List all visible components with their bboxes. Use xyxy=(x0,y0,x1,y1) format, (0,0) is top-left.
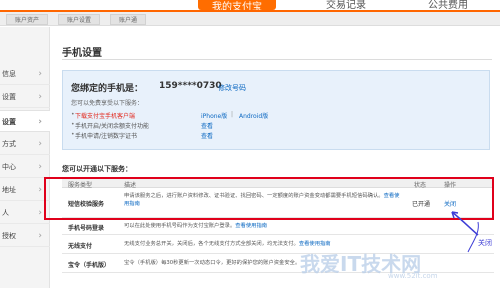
sidebar-item-info[interactable]: 信息 › xyxy=(0,63,50,85)
sidebar-item-center[interactable]: 中心 › xyxy=(0,156,50,178)
bound-phone-panel: 您绑定的手机是： 159****0730 修改号码 您可以免费享受以下服务： •… xyxy=(62,70,490,150)
subnav-account-link[interactable]: 账户通 xyxy=(110,14,147,25)
chevron-right-icon: › xyxy=(38,92,42,102)
chevron-right-icon: › xyxy=(38,185,42,195)
service-certificate: 手机申请/注销数字证书 xyxy=(75,133,138,140)
view-balance-link[interactable]: 查看 xyxy=(201,121,213,130)
title-divider xyxy=(62,59,492,60)
modify-number-link[interactable]: 修改号码 xyxy=(218,83,246,93)
chevron-right-icon: › xyxy=(38,162,42,172)
usage-guide-link[interactable]: 查看使用指南 xyxy=(299,241,331,247)
chevron-right-icon: › xyxy=(38,139,42,149)
sidebar-item-label: 人 xyxy=(2,209,9,217)
sidebar-item-authorization[interactable]: 授权 › xyxy=(0,225,50,247)
row-description-text: 无线支付业务总开关，关闭后，各个无线支付方式全部关闭，均无法支付。 xyxy=(124,241,299,247)
topnav-my-alipay[interactable]: 我的支付宝 xyxy=(198,0,276,13)
android-link[interactable]: Android版 xyxy=(239,111,268,120)
sidebar-item-label: 设置 xyxy=(2,118,16,126)
sidebar-item-settings-active[interactable]: 设置 › xyxy=(0,110,50,132)
sidebar-item-label: 设置 xyxy=(2,93,16,101)
sidebar-item-label: 中心 xyxy=(2,163,16,171)
subnav-assets[interactable]: 账户资产 xyxy=(6,14,49,25)
chevron-right-icon: › xyxy=(38,231,42,241)
sub-nav: 账户资产 账户设置 账户通 xyxy=(0,12,500,26)
table-row: 宝令（手机版） 宝令（手机版）每30秒更新一次动态口令，更好的保护您的账户资金安… xyxy=(62,254,494,273)
sidebar-item-person[interactable]: 人 › xyxy=(0,202,50,224)
service-download-client[interactable]: 下载支付宝手机客户端 xyxy=(75,111,135,120)
sidebar-item-methods[interactable]: 方式 › xyxy=(0,133,50,155)
bullet-icon: • xyxy=(71,111,75,118)
row-description-text: 可以在此处使用手机号码作为支付宝账户登录。 xyxy=(124,223,236,229)
available-services-title: 您可以开通以下服务： xyxy=(62,165,132,173)
page-title: 手机设置 xyxy=(62,48,102,59)
link-separator: | xyxy=(231,111,234,118)
row-description: 可以在此处使用手机号码作为支付宝账户登录。查看使用指南 xyxy=(124,223,404,231)
subnav-settings[interactable]: 账户设置 xyxy=(58,14,101,25)
row-description-text: 宝令（手机版）每30秒更新一次动态口令，更好的保护您的账户资金安全。 xyxy=(124,260,301,266)
annotation-close-label: 关闭 xyxy=(478,239,492,247)
sidebar-item-label: 地址 xyxy=(2,186,16,194)
sidebar: 信息 › 设置 › 设置 › 方式 › 中心 › 地址 › 人 › 授权 › xyxy=(0,27,50,288)
row-service-name: 手机号码登录 xyxy=(68,225,105,232)
sidebar-item-address[interactable]: 地址 › xyxy=(0,179,50,201)
row-service-name: 无线支付 xyxy=(68,243,93,250)
bullet-icon: • xyxy=(71,121,75,128)
sidebar-item-label: 授权 xyxy=(2,232,16,240)
services-intro: 您可以免费享受以下服务： xyxy=(71,100,144,107)
chevron-right-icon: › xyxy=(38,208,42,218)
iphone-link[interactable]: iPhone版 xyxy=(201,111,227,120)
chevron-right-icon: › xyxy=(38,69,42,79)
sidebar-item-label: 信息 xyxy=(2,70,16,78)
sidebar-item-settings-1[interactable]: 设置 › xyxy=(0,86,50,108)
watermark-url: www.52it.com xyxy=(388,272,438,280)
bound-phone-number: 159****0730 xyxy=(159,81,222,91)
row-service-name: 宝令（手机版） xyxy=(68,262,111,269)
highlight-frame xyxy=(44,177,494,220)
bullet-icon: • xyxy=(71,131,75,138)
sidebar-item-label: 方式 xyxy=(2,140,16,148)
bound-phone-label: 您绑定的手机是： xyxy=(71,84,144,94)
service-balance-payment: 手机开启/关闭余额支付功能 xyxy=(75,123,150,130)
usage-guide-link[interactable]: 查看使用指南 xyxy=(235,223,267,229)
table-row: 手机号码登录 可以在此处使用手机号码作为支付宝账户登录。查看使用指南 xyxy=(62,218,494,235)
table-row: 无线支付 无线支付业务总开关，关闭后，各个无线支付方式全部关闭，均无法支付。查看… xyxy=(62,235,494,254)
chevron-right-icon: › xyxy=(38,117,42,127)
view-certificate-link[interactable]: 查看 xyxy=(201,131,213,140)
